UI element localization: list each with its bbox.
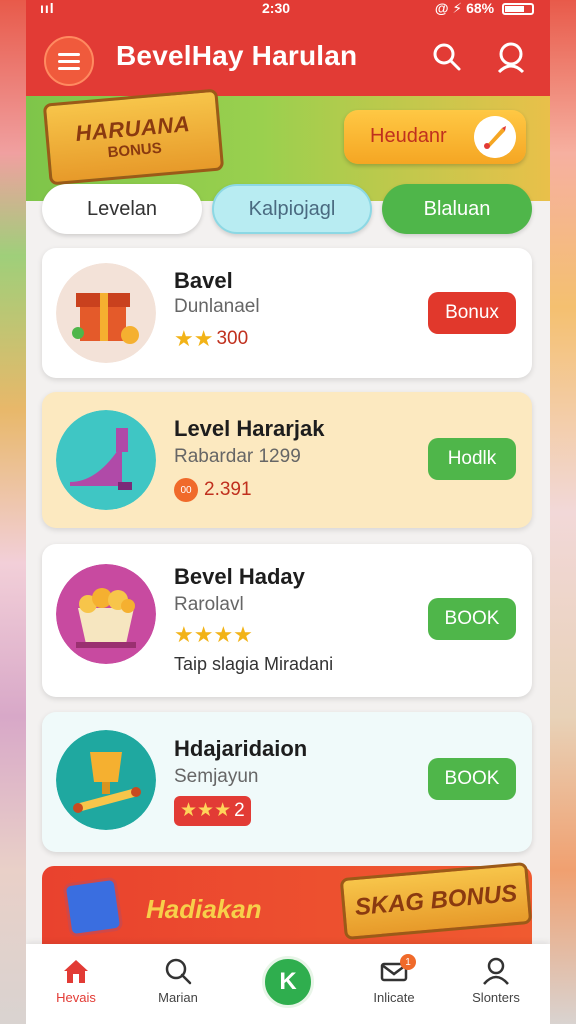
reward-card[interactable]: Bavel Dunlanael ★★ 300 Bonux: [42, 248, 532, 378]
rating: ★★ 300: [174, 328, 248, 350]
bonus-button[interactable]: Bonux: [428, 292, 516, 334]
book-button[interactable]: BOOK: [428, 758, 516, 800]
reward-card[interactable]: Level Hararjak Rabardar 1299 00 2.391 Ho…: [42, 392, 532, 528]
card-subtitle: Rarolavl: [174, 594, 244, 615]
nav-home-label: Hevais: [56, 990, 96, 1005]
bonus-sign[interactable]: HARUANA BONUS: [42, 88, 225, 186]
status-indicators: @ ⚡ 68%: [434, 0, 495, 16]
nav-search-label: Marian: [158, 990, 198, 1005]
signal-indicator: ııl: [40, 0, 55, 16]
star-icon: ★★★★: [174, 622, 253, 647]
app-title: BevelHay Harulan: [116, 40, 358, 71]
card-title: Bavel: [174, 268, 233, 293]
card-subtitle: Semjayun: [174, 766, 259, 787]
coin-icon: 00: [174, 478, 198, 502]
menu-icon-bar: [58, 59, 80, 63]
card-subtitle: Rabardar 1299: [174, 446, 301, 467]
status-right: @ ⚡ 68%: [435, 0, 534, 17]
center-action-button[interactable]: K: [262, 956, 314, 1008]
app-header: ııl 2:30 @ ⚡ 68% BevelHay Harulan: [26, 0, 550, 96]
notification-badge: 1: [400, 954, 416, 970]
rating: ★★★★: [174, 624, 253, 646]
home-icon: [64, 960, 88, 983]
gift-box-icon: [56, 263, 156, 363]
reward-card[interactable]: Bevel Haday Rarolavl ★★★★ Taip slagia Mi…: [42, 544, 532, 697]
battery-icon: [502, 3, 534, 16]
nav-search[interactable]: Marian: [138, 956, 218, 1018]
reward-card[interactable]: Hdajaridaion Semjayun ★★★ 2 BOOK: [42, 712, 532, 852]
backdrop-right: [548, 0, 576, 1024]
promo-button-label: Heudanr: [370, 125, 447, 147]
popcorn-icon: [56, 564, 156, 664]
nav-inbox[interactable]: 1 Inlicate: [354, 954, 434, 1018]
menu-button[interactable]: [44, 36, 94, 86]
search-icon: [165, 958, 192, 985]
card-subtitle: Dunlanael: [174, 296, 260, 317]
card-note: Taip slagia Miradani: [174, 654, 334, 674]
nav-profile[interactable]: Slonters: [456, 956, 536, 1018]
menu-icon-bar: [58, 66, 80, 70]
coin-balance: 00 2.391: [174, 478, 252, 502]
tab-blaluan[interactable]: Blaluan: [382, 184, 532, 234]
profile-icon[interactable]: [494, 40, 528, 74]
bottom-banner-label: Hadiakan: [146, 894, 262, 924]
book-button[interactable]: BOOK: [428, 598, 516, 640]
status-time: 2:30: [262, 0, 291, 16]
app-screen: ııl 2:30 @ ⚡ 68% BevelHay Harulan HARUAN…: [26, 0, 550, 1024]
nav-profile-label: Slonters: [472, 990, 520, 1005]
search-icon[interactable]: [430, 40, 464, 74]
trophy-icon: [56, 730, 156, 830]
hold-button[interactable]: Hodlk: [428, 438, 516, 480]
nav-home[interactable]: Hevais: [36, 956, 116, 1018]
card-title: Level Hararjak: [174, 416, 325, 441]
bottom-navigation: Hevais Marian K 1 Inlicate Slonters: [26, 944, 550, 1024]
skag-bonus-sign[interactable]: SKAG BONUS: [339, 861, 533, 941]
slide-icon: [56, 410, 156, 510]
game-icon: [62, 876, 124, 938]
status-bar: ııl 2:30 @ ⚡ 68%: [26, 0, 550, 18]
tab-levelan[interactable]: Levelan: [42, 184, 202, 234]
bottom-promo-banner[interactable]: Hadiakan SKAG BONUS: [42, 861, 533, 956]
star-icon: ★★: [174, 326, 214, 351]
tab-kalpiojagl[interactable]: Kalpiojagl: [212, 184, 372, 234]
nav-inbox-label: Inlicate: [373, 990, 415, 1005]
card-title: Hdajaridaion: [174, 736, 308, 761]
promo-button[interactable]: Heudanr: [344, 110, 526, 164]
rating-value: 300: [216, 328, 249, 349]
user-icon: [483, 957, 509, 985]
coin-value: 2.391: [204, 479, 252, 500]
card-title: Bevel Haday: [174, 564, 305, 589]
menu-icon-bar: [58, 52, 80, 56]
bonus-sign-subtitle: BONUS: [106, 139, 163, 161]
rocket-icon: [474, 116, 516, 158]
rating-badge: ★★★ 2: [174, 796, 251, 826]
star-icon: ★★★: [180, 800, 232, 821]
rating-value: 2: [234, 800, 245, 821]
